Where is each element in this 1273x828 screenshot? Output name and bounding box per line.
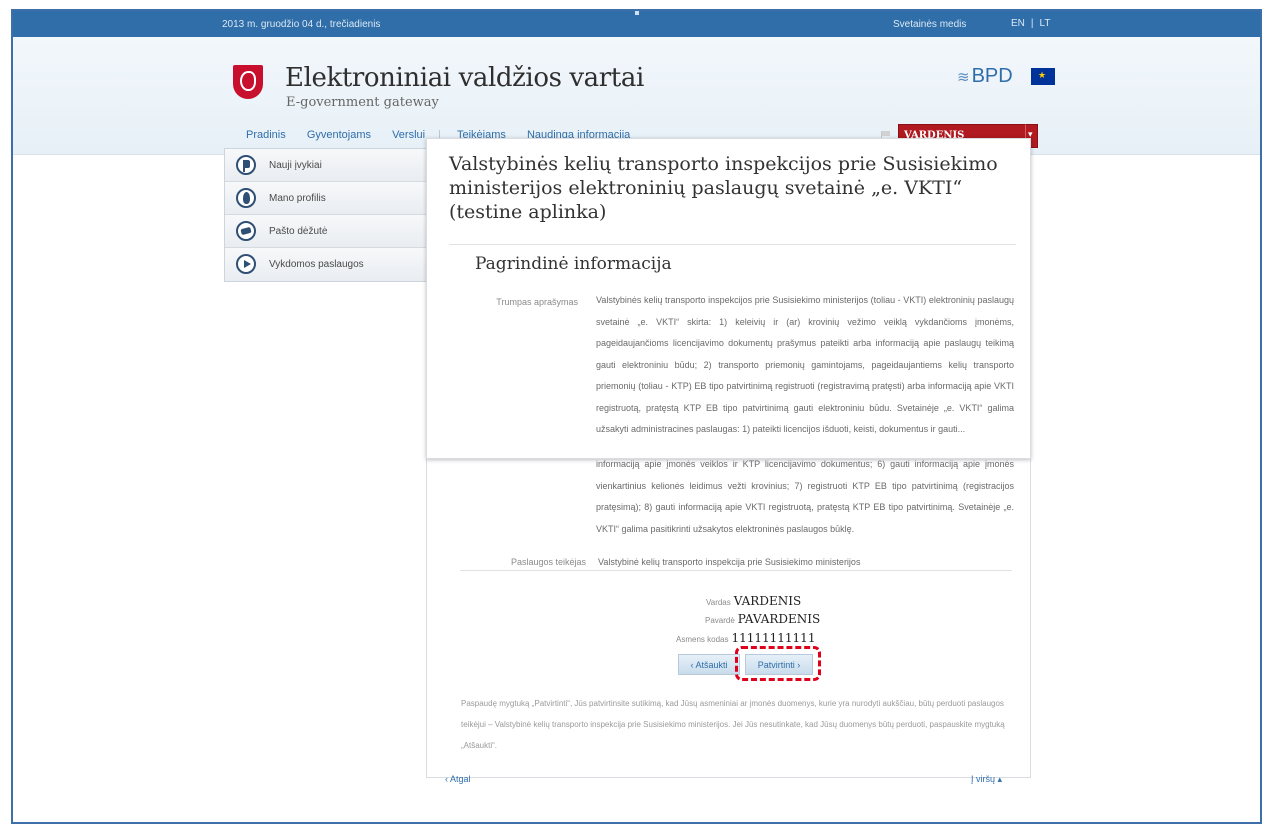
language-switcher: EN | LT [1008,18,1053,29]
flag-icon [236,155,256,175]
provider-value: Valstybinė kelių transporto inspekcija p… [598,557,861,567]
bpd-logo[interactable]: ≋ BPD [957,65,1013,88]
user-icon [236,188,256,208]
asmens-kodas-row: Asmens kodas 11111111111 [676,631,815,645]
divider [460,570,1012,571]
back-to-top-link[interactable]: Į viršų ▴ [971,774,1002,785]
section-title: Pagrindinė informacija [475,254,672,274]
vardas-row: Vardas VARDENIS [706,594,801,608]
sidebar: Nauji įvykiai Mano profilis Pašto dėžutė… [224,148,432,282]
sidebar-item-vykdomos-paslaugos[interactable]: Vykdomos paslaugos [225,248,431,281]
pavarde-value: PAVARDENIS [737,612,821,626]
top-marker [635,11,639,15]
back-link[interactable]: ‹ Atgal [445,774,471,784]
pavarde-label: Pavardė [705,616,735,625]
site-subtitle: E-government gateway [286,95,439,110]
site-title[interactable]: Elektroniniai valdžios vartai [285,63,644,93]
sidebar-item-mano-profilis[interactable]: Mano profilis [225,182,431,215]
provider-label: Paslaugos teikėjas [510,557,586,567]
lang-en-link[interactable]: EN [1011,18,1025,29]
short-description-bottom: informaciją apie įmonės veiklos ir KTP l… [596,459,1014,534]
mail-icon [236,221,256,241]
lang-lt-link[interactable]: LT [1040,18,1051,29]
bpd-logo-text: BPD [971,65,1013,87]
asmens-kodas-label: Asmens kodas [676,635,729,644]
confirm-highlight-box [735,646,821,681]
sidebar-item-label: Vykdomos paslaugos [269,259,364,270]
short-description-top: Valstybinės kelių transporto inspekcijos… [596,295,1014,434]
sidebar-item-label: Mano profilis [269,193,326,204]
top-bar: 2013 m. gruodžio 04 d., trečiadienis Sve… [13,11,1260,37]
consent-notice: Paspaudę mygtuką „Patvirtinti“, Jūs patv… [461,699,1005,750]
divider [449,244,1016,245]
lang-separator: | [1030,18,1034,29]
sidebar-item-label: Nauji įvykiai [269,160,322,171]
sidebar-item-nauji-ivykiai[interactable]: Nauji įvykiai [225,149,431,182]
nav-item-pradinis[interactable]: Pradinis [246,129,286,141]
asmens-kodas-value: 11111111111 [731,631,816,645]
cancel-button[interactable]: ‹ Atšaukti [678,654,740,675]
nav-item-verslui[interactable]: Verslui [392,129,425,141]
eu-flag-icon [1031,68,1055,85]
sitemap-link[interactable]: Svetainės medis [893,19,966,30]
page-title: Valstybinės kelių transporto inspekcijos… [449,153,998,223]
nav-item-gyventojams[interactable]: Gyventojams [307,129,371,141]
sidebar-item-label: Pašto dėžutė [269,226,328,237]
vardas-value: VARDENIS [733,594,802,608]
play-icon [236,254,256,274]
short-description-label: Trumpas aprašymas [496,297,578,307]
coat-of-arms-icon[interactable] [233,65,263,99]
current-date: 2013 m. gruodžio 04 d., trečiadienis [222,19,381,30]
vardas-label: Vardas [706,598,731,607]
sidebar-item-pasto-dezute[interactable]: Pašto dėžutė [225,215,431,248]
pavarde-row: Pavardė PAVARDENIS [705,612,820,626]
